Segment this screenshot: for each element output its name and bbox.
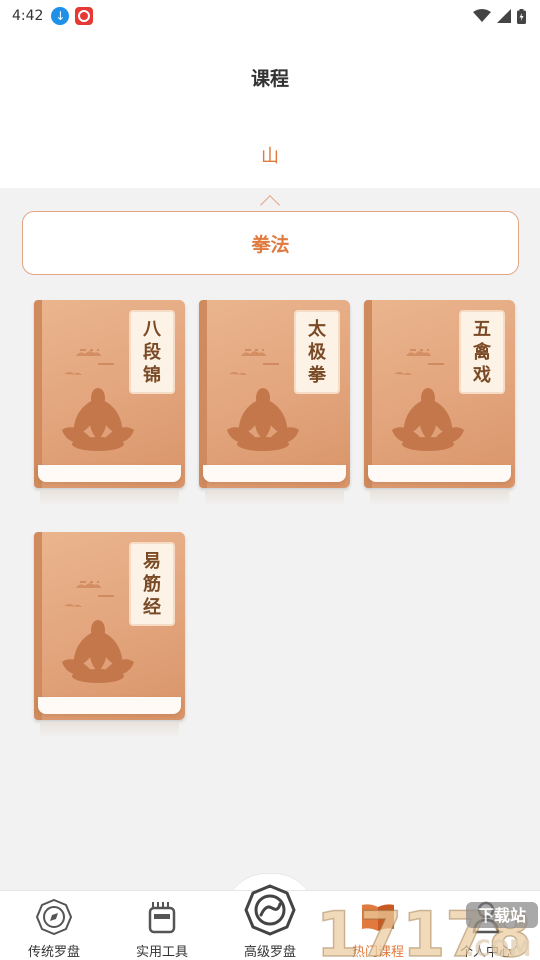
book-open-icon bbox=[360, 899, 396, 935]
signal-icon bbox=[497, 9, 511, 23]
book-pages bbox=[203, 465, 346, 482]
status-time: 4:42 bbox=[12, 8, 44, 24]
book-yijinjing[interactable]: 易 筋 经 bbox=[34, 532, 185, 742]
book-title: 八 段 锦 bbox=[129, 310, 175, 394]
book-pages bbox=[38, 465, 181, 482]
tab-tools[interactable]: 实用工具 bbox=[108, 891, 216, 960]
tab-traditional-compass[interactable]: 传统罗盘 bbox=[0, 891, 108, 960]
header: 课程 山 bbox=[0, 32, 540, 188]
category-selector[interactable]: 拳法 bbox=[22, 211, 519, 275]
app-notification-icon bbox=[75, 7, 94, 25]
book-wuqinxi[interactable]: 五 禽 戏 bbox=[364, 300, 515, 510]
book-cover: 五 禽 戏 bbox=[364, 300, 515, 488]
book-cover: 八 段 锦 bbox=[34, 300, 185, 488]
book-taijiquan[interactable]: 太 极 拳 bbox=[199, 300, 350, 510]
book-pages bbox=[38, 697, 181, 714]
book-cover: 太 极 拳 bbox=[199, 300, 350, 488]
user-icon bbox=[468, 899, 504, 935]
category-label: 拳法 bbox=[251, 233, 290, 256]
tab-profile[interactable]: 个人中心 bbox=[432, 891, 540, 960]
page-title: 课程 bbox=[250, 68, 289, 90]
status-bar: 4:42 ↓ bbox=[0, 0, 540, 32]
wifi-icon bbox=[473, 9, 491, 22]
book-pages bbox=[368, 465, 511, 482]
taiji-icon bbox=[244, 884, 296, 936]
tab-hot-courses[interactable]: 热门课程 bbox=[324, 891, 432, 960]
book-cover: 易 筋 经 bbox=[34, 532, 185, 720]
book-baduanjin[interactable]: 八 段 锦 bbox=[34, 300, 185, 510]
tab-shan[interactable]: 山 bbox=[0, 142, 540, 168]
toolbox-icon bbox=[144, 899, 180, 935]
compass-icon bbox=[36, 899, 72, 935]
download-notification-icon: ↓ bbox=[51, 7, 70, 25]
book-title: 五 禽 戏 bbox=[459, 310, 505, 394]
battery-icon bbox=[517, 8, 526, 24]
book-title: 易 筋 经 bbox=[129, 542, 175, 626]
book-title: 太 极 拳 bbox=[294, 310, 340, 394]
